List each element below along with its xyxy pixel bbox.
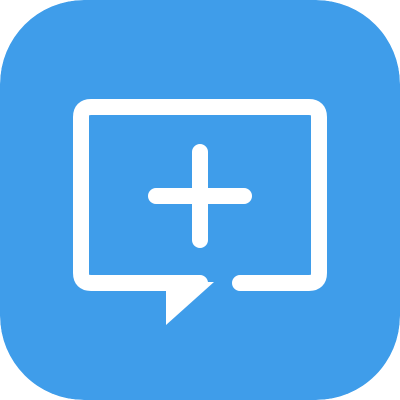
new-message-app-icon[interactable] — [0, 0, 400, 400]
new-message-icon — [0, 0, 400, 400]
